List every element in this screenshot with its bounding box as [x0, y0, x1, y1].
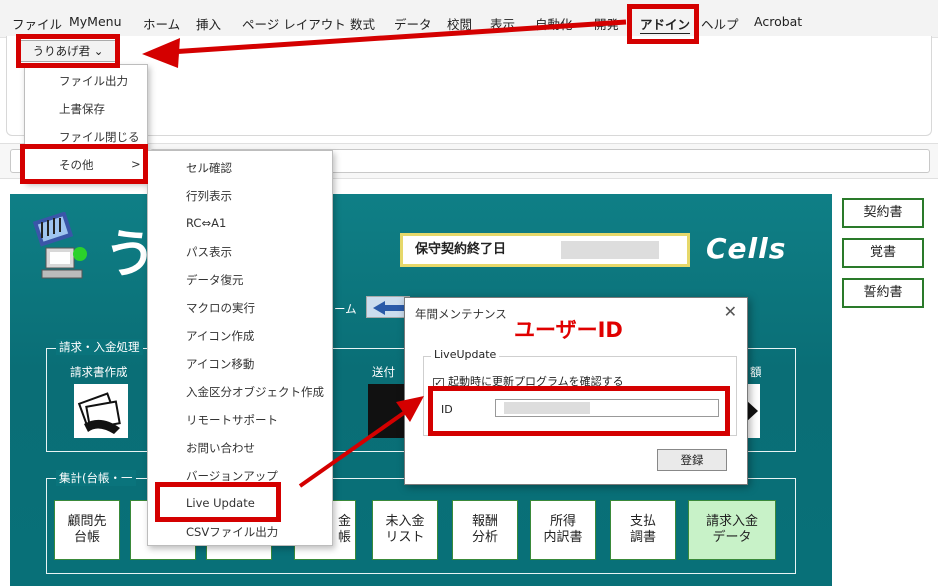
arrow-to-id — [298, 408, 410, 488]
arrow-head-left-icon — [142, 38, 180, 68]
annotation-arrows — [142, 19, 627, 488]
arrow-to-dropdown — [169, 19, 627, 55]
screenshot-root: ファイル MyMenu ホーム 挿入 ページ レイアウト 数式 データ 校閲 表… — [0, 0, 938, 586]
user-id-annotation: ユーザーID — [514, 318, 623, 342]
arrow-head-up-icon — [396, 396, 424, 422]
